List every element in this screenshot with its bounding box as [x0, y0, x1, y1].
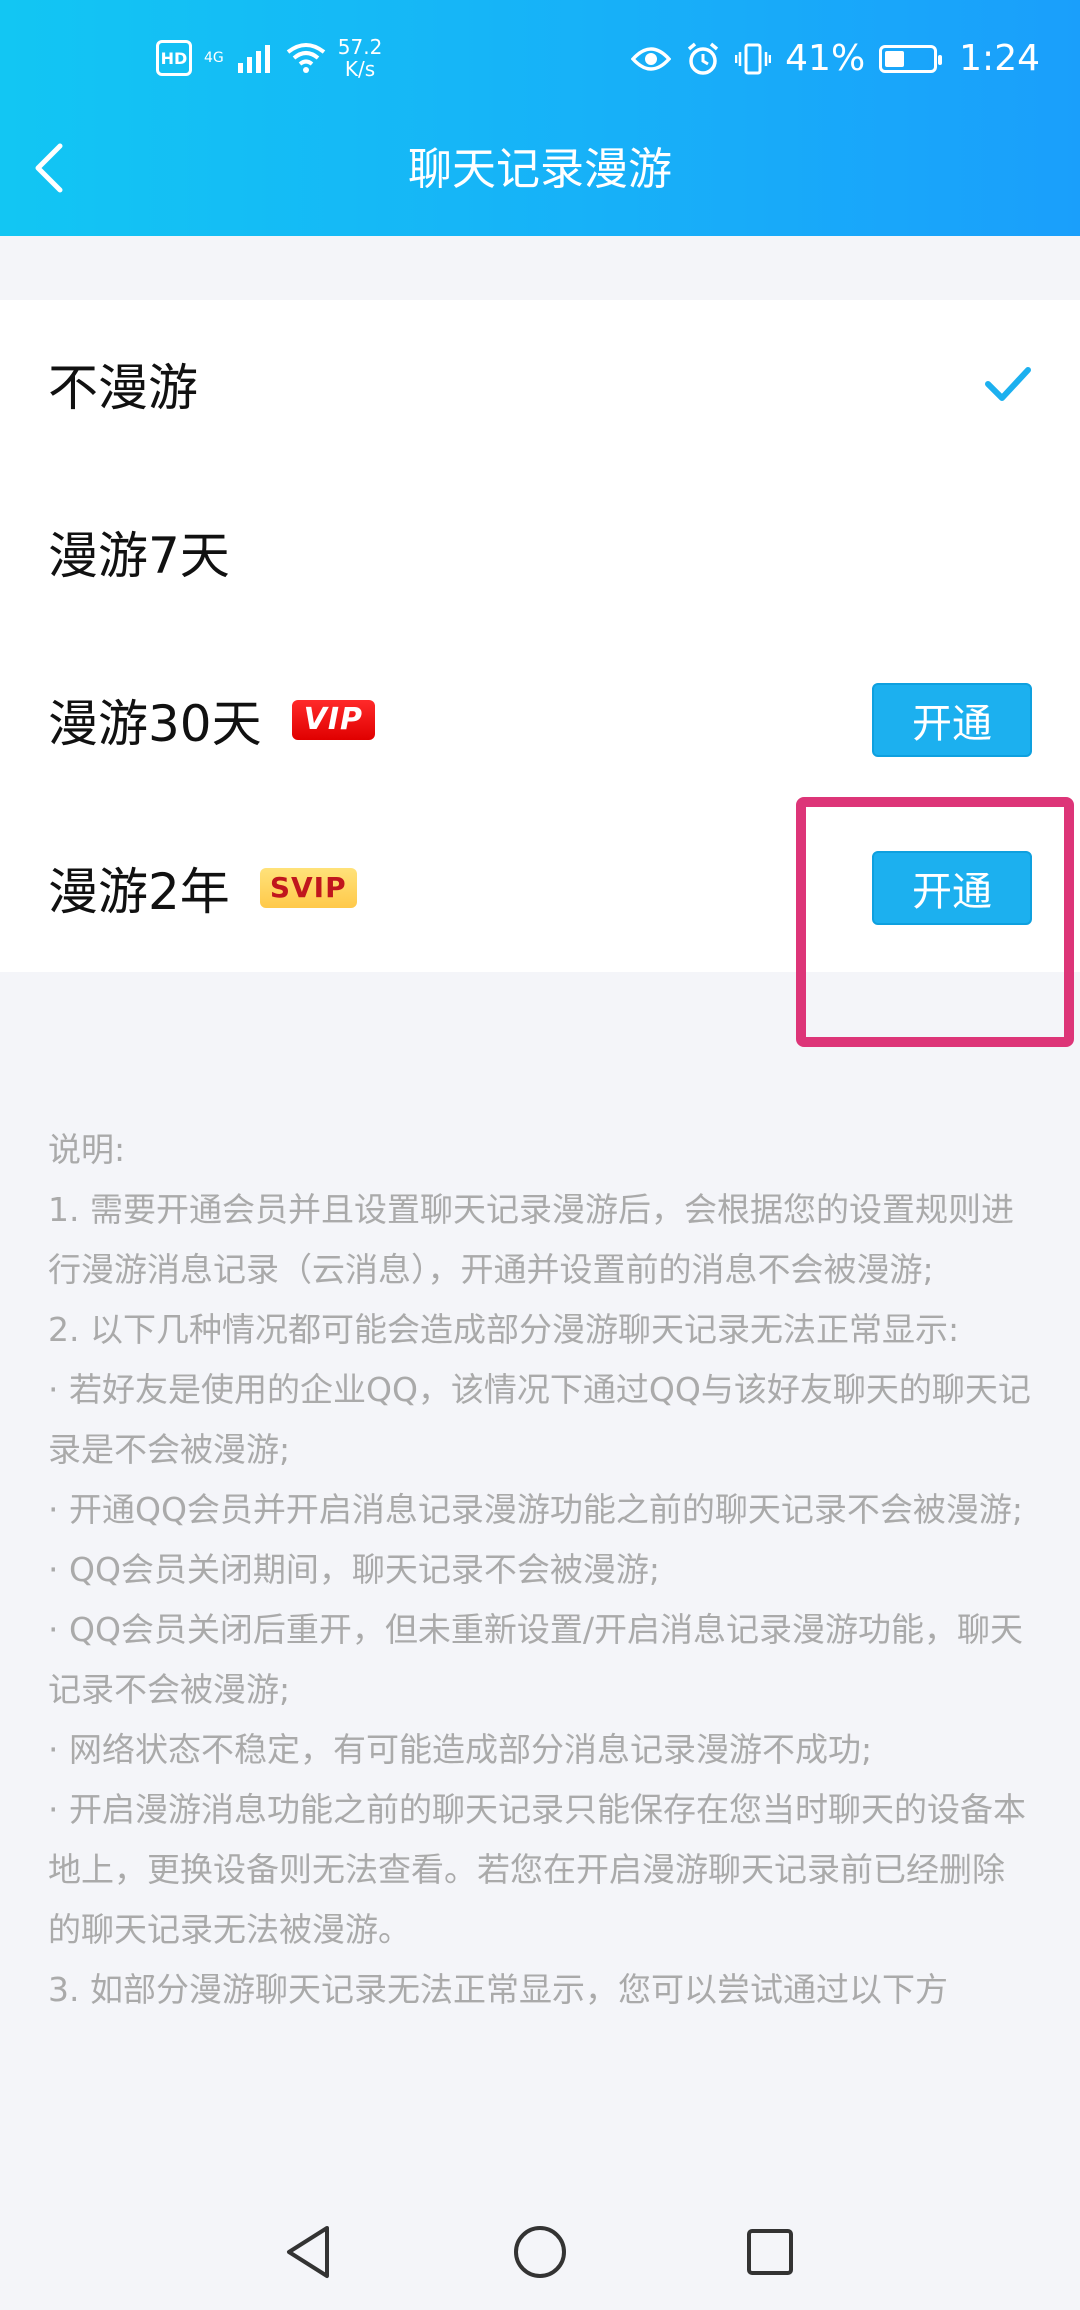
vibrate-icon — [735, 43, 772, 74]
highlight-box — [796, 797, 1074, 1047]
instructions-text: 说明: 1. 需要开通会员并且设置聊天记录漫游后，会根据您的设置规则进行漫游消息… — [48, 1120, 1032, 2190]
status-right: 41% 1:24 — [631, 38, 1040, 79]
battery-icon — [879, 44, 943, 73]
notes-line: 说明: — [48, 1130, 126, 1169]
option-label: 漫游2年 — [48, 863, 230, 921]
notes-line: · QQ会员关闭期间，聊天记录不会被漫游; — [48, 1550, 661, 1589]
svip-badge: SVIP — [259, 868, 357, 908]
nav-home-button[interactable] — [510, 2222, 570, 2282]
nav-back-button[interactable] — [278, 2222, 338, 2282]
nav-recents-button[interactable] — [740, 2222, 800, 2282]
notes-line: · 网络状态不稳定，有可能造成部分消息记录漫游不成功; — [48, 1730, 873, 1769]
wifi-icon — [286, 43, 325, 73]
system-nav-bar — [0, 2192, 1080, 2310]
clock-time: 1:24 — [959, 38, 1040, 79]
network-label: 4G — [204, 50, 224, 66]
notes-line: · 开通QQ会员并开启消息记录漫游功能之前的聊天记录不会被漫游; — [48, 1490, 1024, 1529]
checkmark-icon — [985, 367, 1031, 401]
alarm-icon — [688, 42, 719, 75]
notes-line: 1. 需要开通会员并且设置聊天记录漫游后，会根据您的设置规则进行漫游消息记录（云… — [48, 1190, 1014, 1289]
option-label: 漫游30天 — [48, 695, 262, 753]
battery-percent: 41% — [785, 38, 866, 79]
notes-line: · QQ会员关闭后重开，但未重新设置/开启消息记录漫游功能，聊天记录不会被漫游; — [48, 1610, 1024, 1709]
top-header: HD 4G 57.2 K/s 41% 1:24 聊天记录漫游 — [0, 0, 1080, 236]
option-label-wrap: 漫游2年 SVIP — [48, 852, 357, 924]
option-label-wrap: 漫游30天 VIP — [48, 684, 375, 756]
square-recents-icon — [747, 2229, 793, 2275]
circle-home-icon — [514, 2226, 566, 2278]
eye-icon — [631, 46, 672, 71]
notes-line: 2. 以下几种情况都可能会造成部分漫游聊天记录无法正常显示: — [48, 1310, 960, 1349]
option-roaming-7-days[interactable]: 漫游7天 — [0, 468, 1080, 636]
option-label: 漫游7天 — [48, 527, 230, 585]
option-label: 不漫游 — [48, 359, 198, 417]
notes-line: 3. 如部分漫游聊天记录无法正常显示，您可以尝试通过以下方 — [48, 1970, 948, 2009]
open-vip-button[interactable]: 开通 — [872, 683, 1032, 757]
notes-line: · 若好友是使用的企业QQ，该情况下通过QQ与该好友聊天的聊天记录是不会被漫游; — [48, 1370, 1031, 1469]
network-speed: 57.2 K/s — [337, 35, 383, 81]
triangle-back-icon — [287, 2226, 329, 2278]
notes-line: · 开启漫游消息功能之前的聊天记录只能保存在您当时聊天的设备本地上，更换设备则无… — [48, 1790, 1026, 1949]
signal-icon — [237, 45, 270, 73]
vip-badge: VIP — [291, 700, 375, 740]
battery-fill — [885, 50, 905, 67]
option-roaming-30-days[interactable]: 漫游30天 VIP 开通 — [0, 636, 1080, 804]
status-bar: HD 4G 57.2 K/s 41% 1:24 — [0, 20, 1080, 104]
page-title: 聊天记录漫游 — [408, 144, 672, 195]
status-left: HD 4G 57.2 K/s — [156, 36, 382, 80]
hd-badge: HD — [156, 40, 192, 76]
option-no-roaming[interactable]: 不漫游 — [0, 300, 1080, 468]
